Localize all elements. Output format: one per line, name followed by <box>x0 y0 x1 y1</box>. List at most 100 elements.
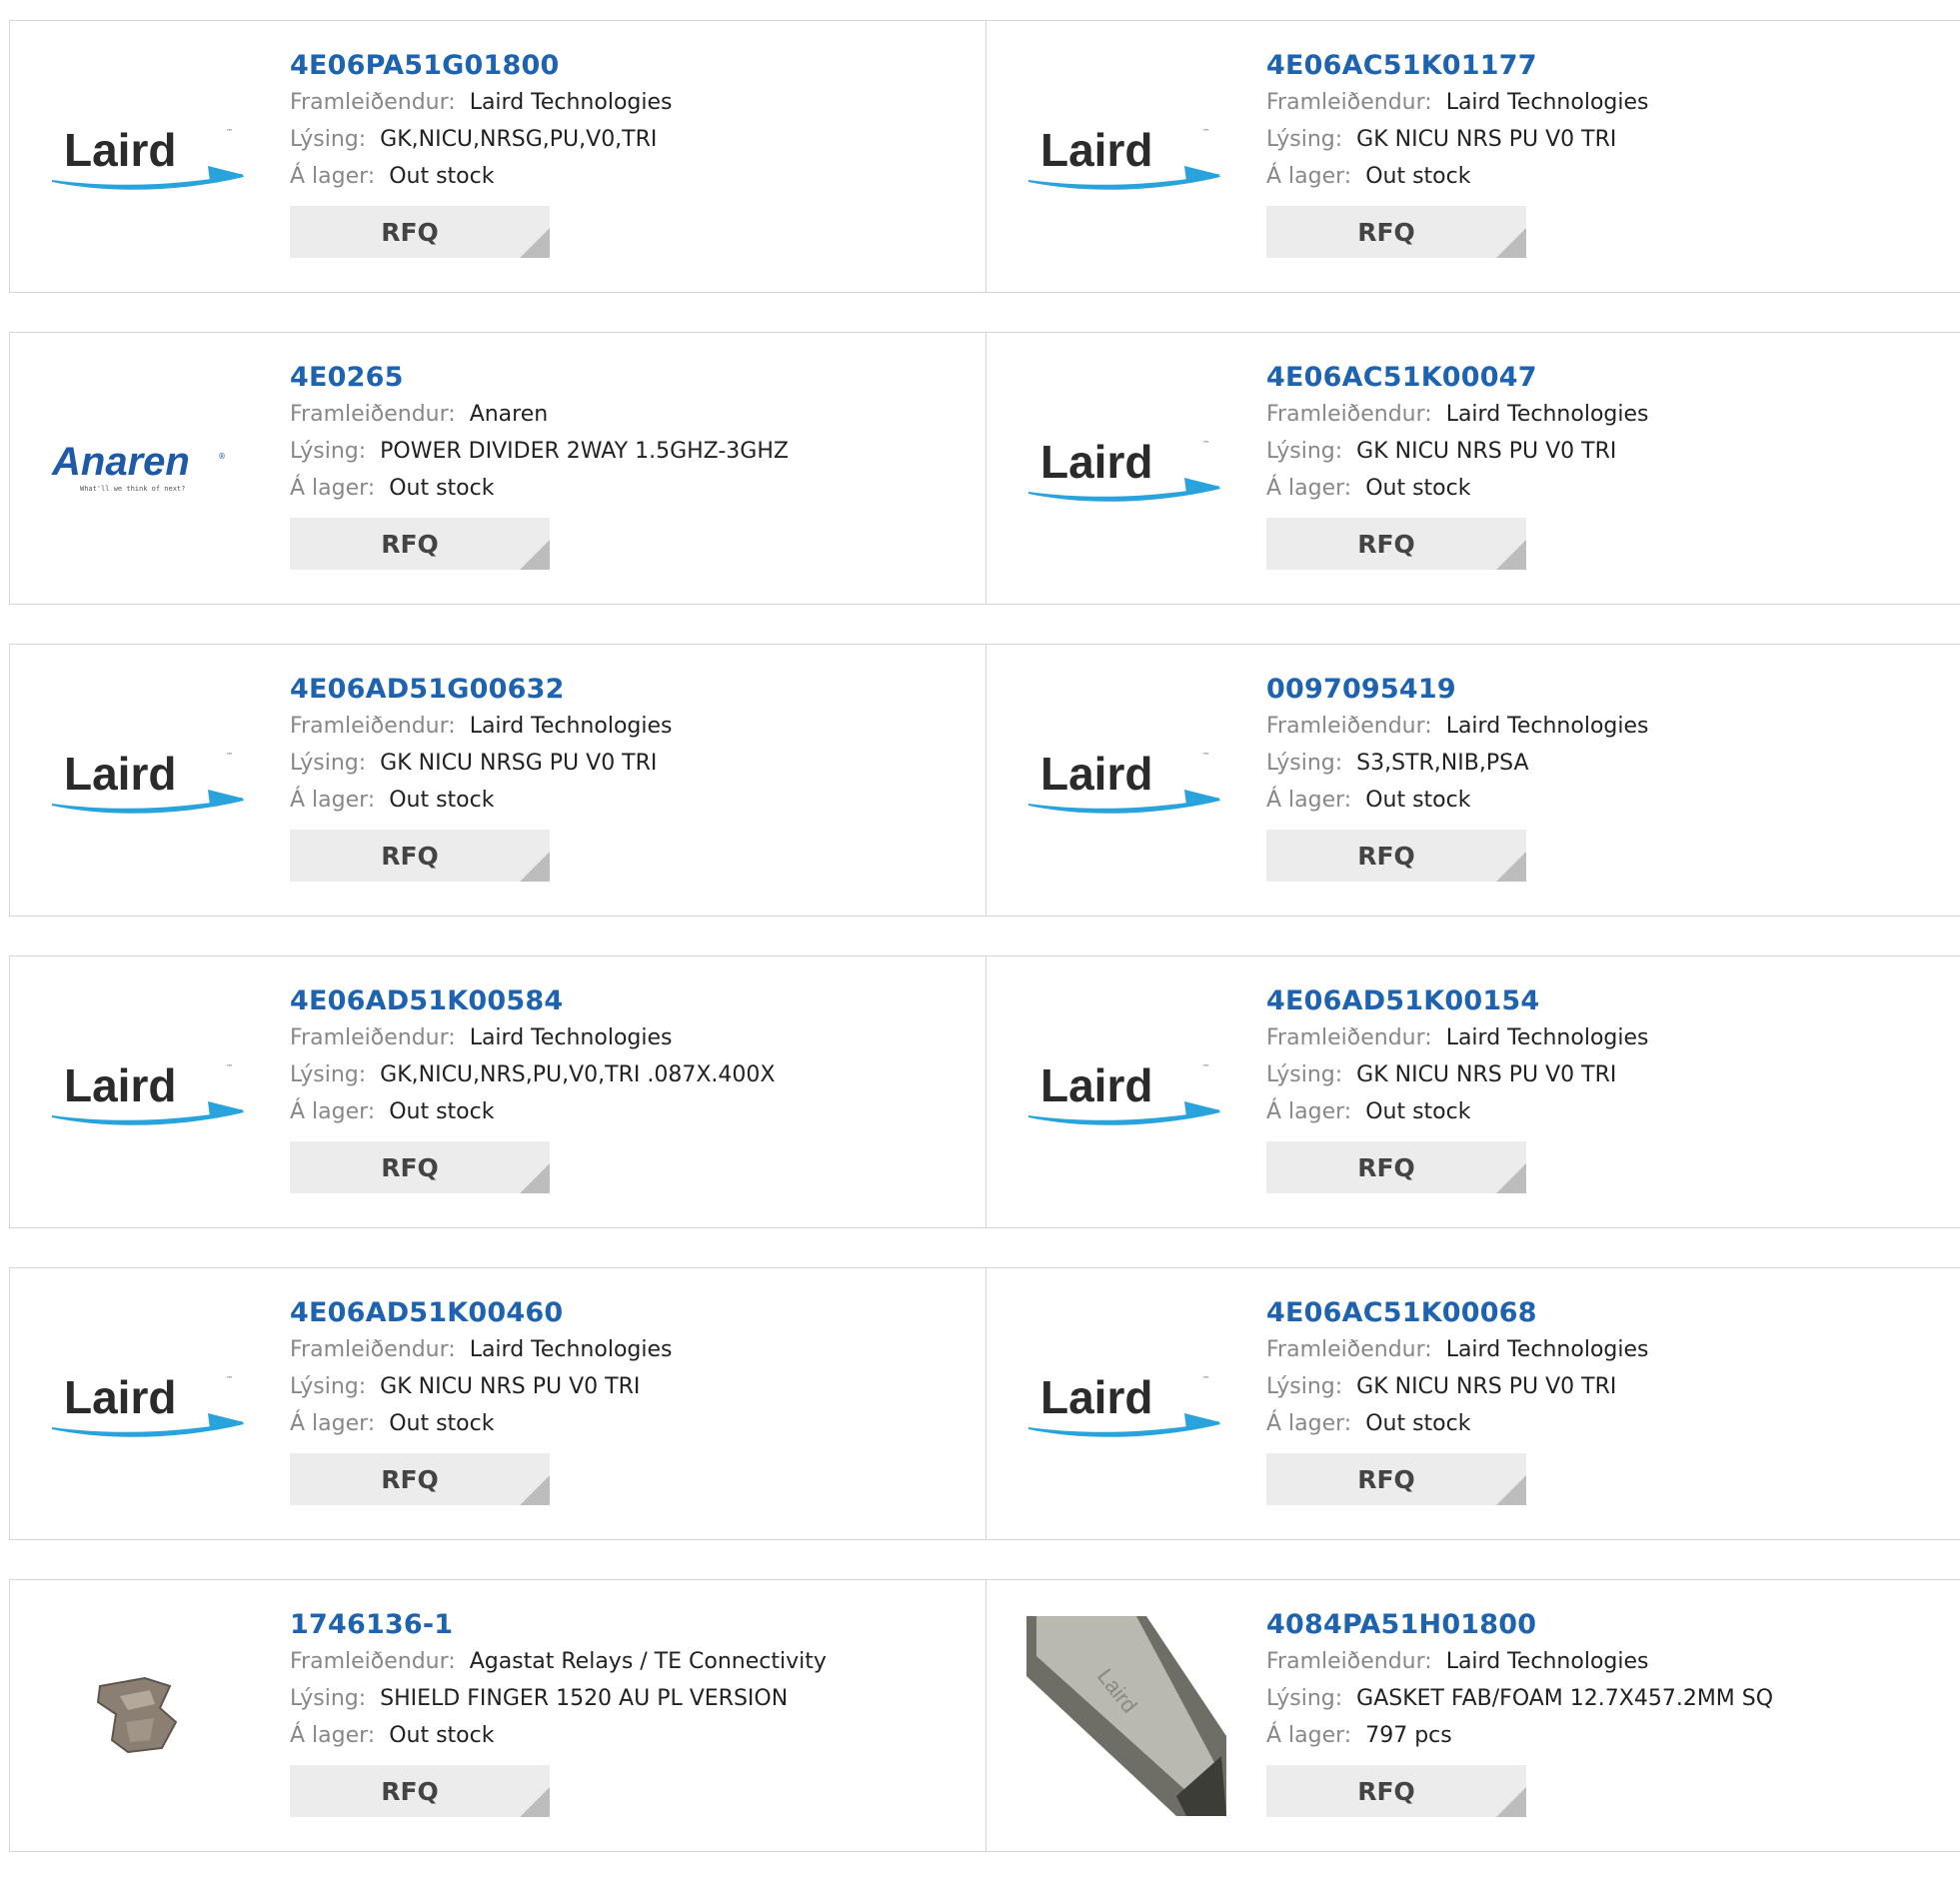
part-number-link[interactable]: 4E06AC51K00047 <box>1266 360 1648 396</box>
manufacturer-logo[interactable]: Laird ™ <box>50 1298 250 1509</box>
part-number-link[interactable]: 4E06AD51K00154 <box>1266 983 1648 1019</box>
rfq-button[interactable]: RFQ <box>290 1141 550 1193</box>
rfq-button[interactable]: RFQ <box>1266 1765 1526 1817</box>
manufacturer-label: Framleiðendur: <box>1266 1025 1432 1050</box>
laird-logo: Laird ™ <box>1028 1371 1220 1437</box>
anaren-tagline: What'll we think of next? <box>80 485 185 493</box>
corner-triangle-icon <box>1496 540 1526 570</box>
description-value: GK NICU NRSG PU V0 TRI <box>380 751 658 776</box>
manufacturer-logo[interactable]: Laird ™ <box>1026 1298 1226 1509</box>
description-label: Lýsing: <box>290 1686 367 1711</box>
corner-triangle-icon <box>1496 852 1526 882</box>
svg-text:™: ™ <box>1202 1063 1209 1071</box>
rfq-button[interactable]: RFQ <box>290 1765 550 1817</box>
rfq-label: RFQ <box>1357 841 1415 871</box>
manufacturer-label: Framleiðendur: <box>1266 1649 1432 1674</box>
stock-row: Á lager: Out stock <box>1266 470 1648 507</box>
stock-value: Out stock <box>1365 164 1471 189</box>
stock-value: Out stock <box>389 476 495 501</box>
stock-label: Á lager: <box>290 1723 376 1748</box>
product-card: Anaren What'll we think of next? ® 4E0265 Fr… <box>9 332 986 605</box>
part-number-link[interactable]: 0097095419 <box>1266 672 1648 708</box>
part-number-link[interactable]: 4E06AC51K00068 <box>1266 1295 1648 1331</box>
rfq-button[interactable]: RFQ <box>1266 518 1526 570</box>
product-info: 4E06AC51K00047 Framleiðendur: Laird Techno… <box>1266 360 1648 570</box>
manufacturer-logo[interactable]: Laird ™ <box>1026 363 1226 574</box>
product-card: 1746136-1 Framleiðendur: Agastat Relays / … <box>9 1579 986 1852</box>
part-number-link[interactable]: 4084PA51H01800 <box>1266 1607 1773 1643</box>
rfq-button[interactable]: RFQ <box>290 1453 550 1505</box>
stock-row: Á lager: Out stock <box>290 1717 827 1754</box>
product-row: Laird ™ 4E06AD51K00460 Framleiðendur: Laird … <box>9 1267 1960 1540</box>
corner-triangle-icon <box>520 1163 550 1193</box>
manufacturer-logo[interactable]: Laird ™ <box>1026 51 1226 262</box>
stock-label: Á lager: <box>1266 1723 1352 1748</box>
svg-text:™: ™ <box>226 1375 233 1383</box>
product-row: Laird ™ 4E06AD51G00632 Framleiðendur: Laird … <box>9 644 1960 917</box>
part-number-link[interactable]: 4E0265 <box>290 360 789 396</box>
manufacturer-label: Framleiðendur: <box>290 402 456 427</box>
description-value: SHIELD FINGER 1520 AU PL VERSION <box>380 1686 789 1711</box>
manufacturer-value: Laird Technologies <box>1445 402 1649 427</box>
laird-logo: Laird ™ <box>1028 124 1220 190</box>
manufacturer-label: Framleiðendur: <box>1266 90 1432 115</box>
rfq-button[interactable]: RFQ <box>290 206 550 258</box>
description-value: GK NICU NRS PU V0 TRI <box>1356 127 1617 152</box>
laird-logo-text: Laird <box>1040 436 1152 488</box>
description-label: Lýsing: <box>1266 439 1343 464</box>
svg-text:™: ™ <box>1202 440 1209 448</box>
manufacturer-logo[interactable] <box>50 1610 250 1821</box>
anaren-logo-text: Anaren <box>51 440 190 484</box>
manufacturer-logo[interactable]: Anaren What'll we think of next? ® <box>50 363 250 574</box>
manufacturer-value: Agastat Relays / TE Connectivity <box>469 1649 827 1674</box>
product-info: 4E06AD51K00460 Framleiðendur: Laird Techno… <box>290 1295 672 1505</box>
laird-logo-text: Laird <box>1040 124 1152 176</box>
description-value: GK,NICU,NRS,PU,V0,TRI .087X.400X <box>380 1062 776 1087</box>
svg-text:™: ™ <box>1202 128 1209 136</box>
manufacturer-logo[interactable]: Laird ™ <box>1026 986 1226 1197</box>
manufacturer-label: Framleiðendur: <box>290 1649 456 1674</box>
description-row: Lýsing: POWER DIVIDER 2WAY 1.5GHZ-3GHZ <box>290 433 789 470</box>
manufacturer-logo[interactable]: Laird <box>1026 1610 1226 1821</box>
description-row: Lýsing: GK NICU NRSG PU V0 TRI <box>290 745 672 782</box>
manufacturer-logo[interactable]: Laird ™ <box>50 986 250 1197</box>
product-info: 4E06PA51G01800 Framleiðendur: Laird Techno… <box>290 48 672 258</box>
description-label: Lýsing: <box>290 127 367 152</box>
rfq-label: RFQ <box>381 1776 439 1806</box>
laird-logo-text: Laird <box>64 1059 176 1111</box>
rfq-label: RFQ <box>1357 217 1415 247</box>
part-number-link[interactable]: 4E06AD51K00460 <box>290 1295 672 1331</box>
description-value: GK NICU NRS PU V0 TRI <box>1356 439 1617 464</box>
manufacturer-logo[interactable]: Laird ™ <box>50 51 250 262</box>
rfq-button[interactable]: RFQ <box>290 518 550 570</box>
description-row: Lýsing: GK,NICU,NRSG,PU,V0,TRI <box>290 121 672 158</box>
product-card: Laird ™ 4E06AC51K00068 Framleiðendur: Laird … <box>986 1267 1960 1540</box>
manufacturer-label: Framleiðendur: <box>290 1337 456 1362</box>
stock-value: Out stock <box>389 1411 495 1436</box>
rfq-label: RFQ <box>381 841 439 871</box>
product-grid: Laird ™ 4E06PA51G01800 Framleiðendur: Laird … <box>9 20 1960 1891</box>
stock-label: Á lager: <box>1266 1411 1352 1436</box>
rfq-button[interactable]: RFQ <box>1266 206 1526 258</box>
stock-label: Á lager: <box>290 164 376 189</box>
stock-row: Á lager: Out stock <box>290 1093 775 1130</box>
manufacturer-value: Anaren <box>469 402 549 427</box>
rfq-button[interactable]: RFQ <box>290 830 550 882</box>
rfq-button[interactable]: RFQ <box>1266 1141 1526 1193</box>
corner-triangle-icon <box>520 228 550 258</box>
rfq-button[interactable]: RFQ <box>1266 830 1526 882</box>
product-card: Laird 4084PA51H01800 Framleiðendur: Laird T… <box>986 1579 1960 1852</box>
manufacturer-logo[interactable]: Laird ™ <box>1026 675 1226 886</box>
part-number-link[interactable]: 4E06AC51K01177 <box>1266 48 1648 84</box>
manufacturer-logo[interactable]: Laird ™ <box>50 675 250 886</box>
rfq-button[interactable]: RFQ <box>1266 1453 1526 1505</box>
part-number-link[interactable]: 4E06PA51G01800 <box>290 48 672 84</box>
stock-value: Out stock <box>389 788 495 813</box>
part-number-link[interactable]: 4E06AD51G00632 <box>290 672 672 708</box>
part-number-link[interactable]: 1746136-1 <box>290 1607 827 1643</box>
description-label: Lýsing: <box>290 1062 367 1087</box>
manufacturer-row: Framleiðendur: Laird Technologies <box>1266 1019 1648 1056</box>
manufacturer-row: Framleiðendur: Laird Technologies <box>290 84 672 121</box>
part-number-link[interactable]: 4E06AD51K00584 <box>290 983 775 1019</box>
corner-triangle-icon <box>1496 228 1526 258</box>
